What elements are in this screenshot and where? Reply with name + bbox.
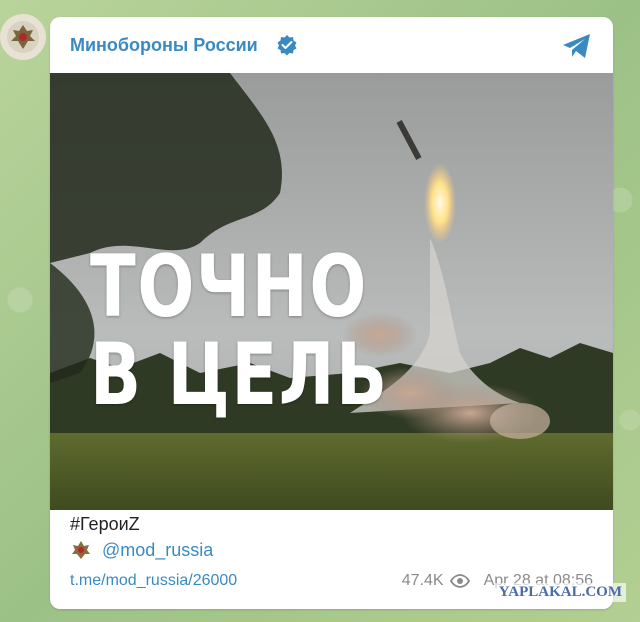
author-row: @mod_russia bbox=[70, 537, 213, 563]
telegram-share-icon[interactable] bbox=[561, 32, 593, 60]
site-watermark: YAPLAKAL.COM bbox=[494, 583, 626, 602]
author-handle-link[interactable]: @mod_russia bbox=[102, 540, 213, 561]
post-headline: ТОЧНО В ЦЕЛЬ bbox=[90, 243, 389, 419]
channel-avatar[interactable] bbox=[0, 14, 46, 60]
eye-icon bbox=[449, 574, 470, 588]
post-card: Минобороны России ТОЧНО В ЦЕЛЬ #ГероиZ @… bbox=[50, 17, 613, 609]
post-hashtag[interactable]: #ГероиZ bbox=[70, 514, 140, 535]
headline-line-2: В ЦЕЛЬ bbox=[90, 325, 389, 425]
post-photo[interactable]: ТОЧНО В ЦЕЛЬ bbox=[50, 73, 613, 510]
emblem-icon bbox=[72, 541, 90, 559]
ministry-emblem-icon bbox=[7, 21, 39, 53]
channel-name[interactable]: Минобороны России bbox=[70, 35, 258, 56]
post-header: Минобороны России bbox=[50, 17, 613, 73]
view-count: 47.4K bbox=[401, 572, 444, 589]
verified-badge-icon bbox=[277, 35, 297, 56]
headline-line-1: ТОЧНО bbox=[90, 237, 368, 337]
post-url-link[interactable]: t.me/mod_russia/26000 bbox=[70, 572, 237, 590]
